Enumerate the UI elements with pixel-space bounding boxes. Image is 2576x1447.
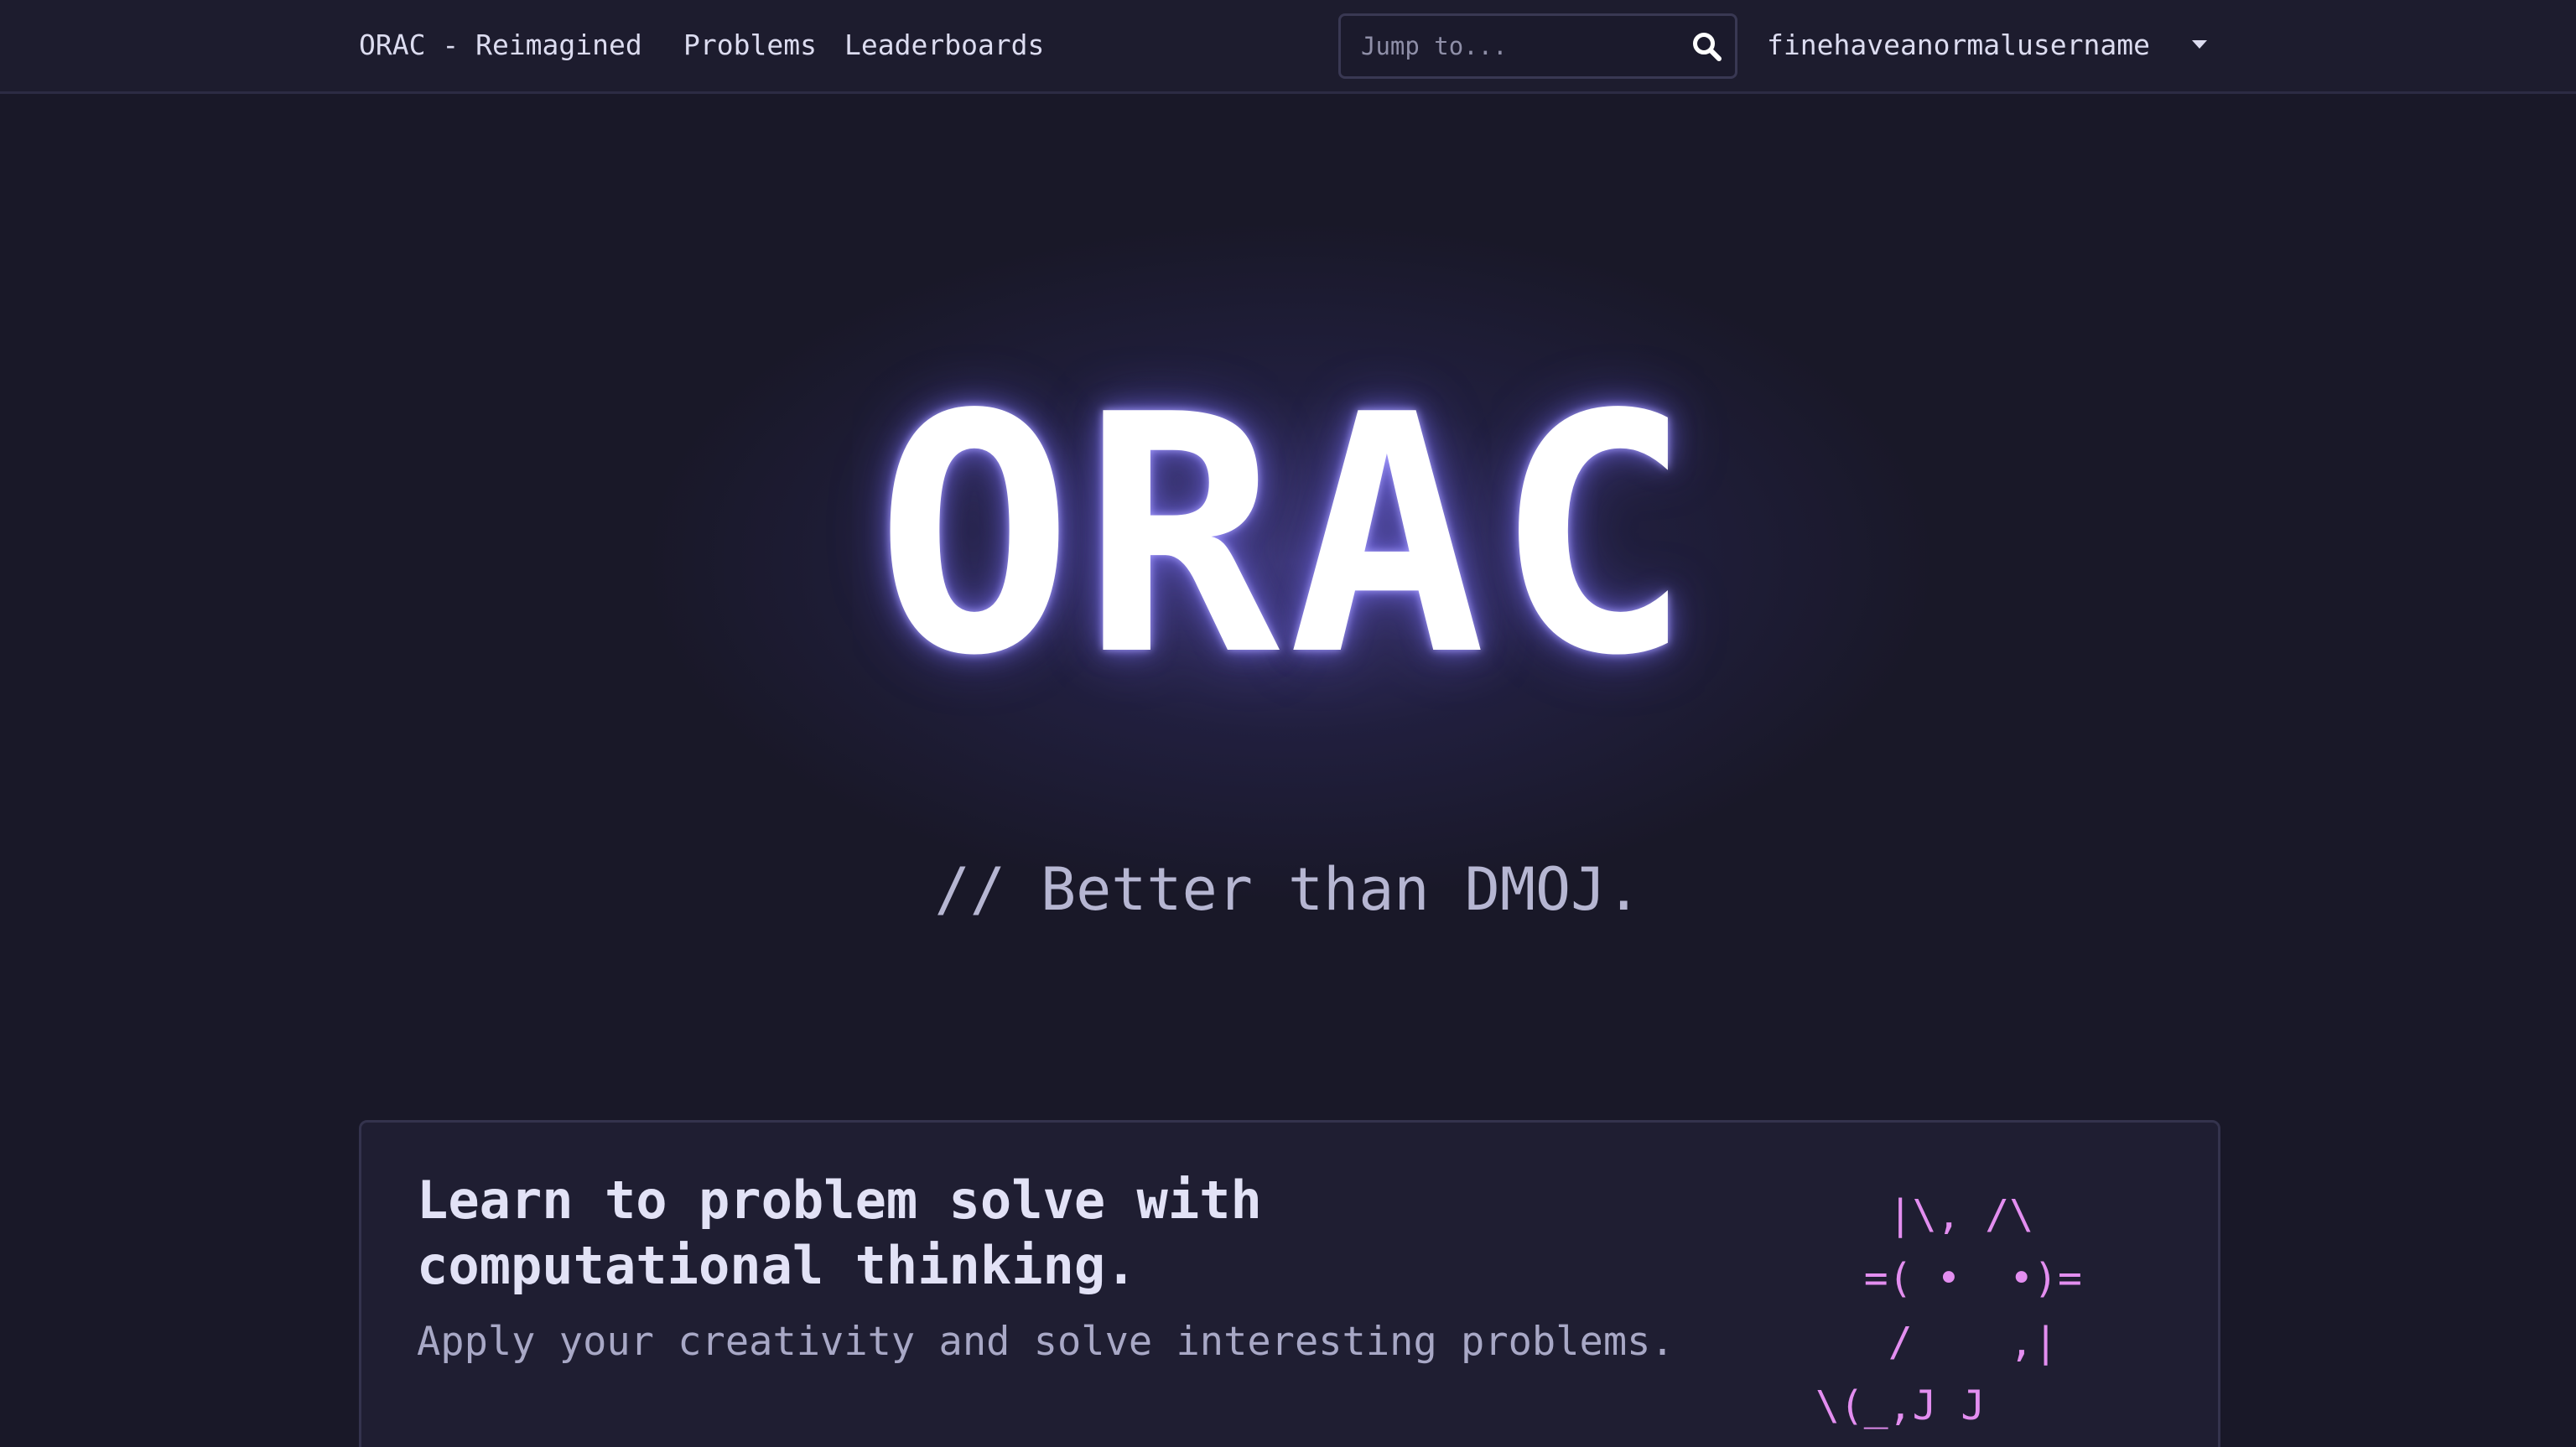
user-menu-username[interactable]: finehaveanormalusername (1767, 22, 2150, 69)
hero-subtitle: // Better than DMOJ. (934, 855, 1642, 924)
card-text: Apply your creativity and solve interest… (417, 1319, 1675, 1365)
intro-card: Learn to problem solve with computationa… (359, 1120, 2220, 1447)
jump-to-search (1338, 13, 1737, 79)
search-input[interactable] (1361, 16, 1671, 76)
nav-link-leaderboards[interactable]: Leaderboards (844, 22, 1044, 69)
ascii-cat-art: |\, /\ =( • •)= / ,| \(_,J J (1815, 1191, 2082, 1429)
brand-link[interactable]: ORAC - Reimagined (359, 22, 642, 69)
search-icon[interactable] (1691, 31, 1723, 63)
hero-title: ORAC (875, 345, 1701, 728)
top-navbar: ORAC - Reimagined Problems Leaderboards … (0, 0, 2576, 94)
caret-down-icon[interactable] (2192, 40, 2207, 49)
nav-link-problems[interactable]: Problems (683, 22, 817, 69)
card-heading: Learn to problem solve with computationa… (417, 1170, 1262, 1296)
